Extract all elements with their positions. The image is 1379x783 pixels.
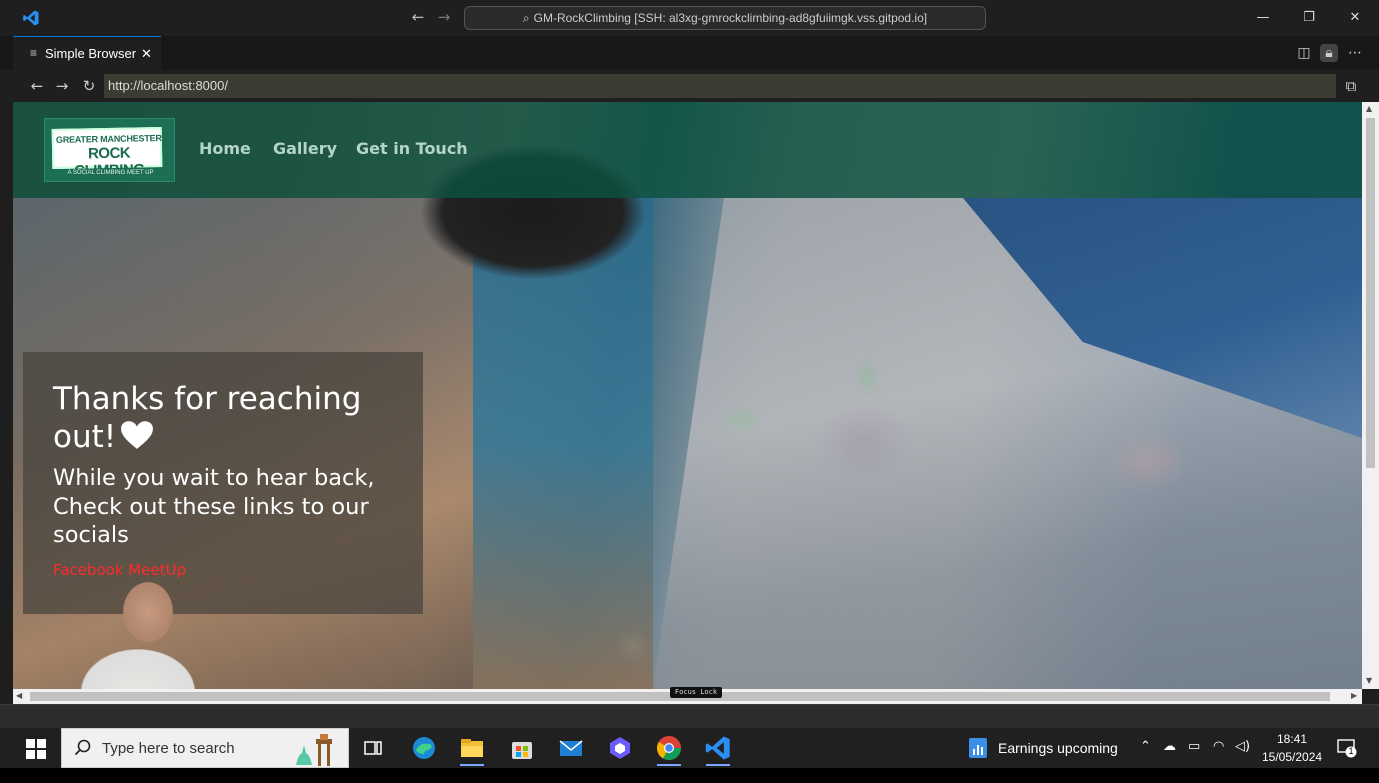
command-center-label: GM-RockClimbing [SSH: al3xg-gmrockclimbi… [533,11,928,25]
nav-get-in-touch[interactable]: Get in Touch [356,139,468,158]
browser-toolbar: ← → ↻ ⧉ [0,70,1379,102]
edge-browser-icon[interactable] [410,734,438,762]
webpage-viewport: GREATER MANCHESTER ROCK CLIMBING A SOCIA… [13,102,1362,689]
scroll-left-icon[interactable]: ◀ [16,691,22,700]
task-view-icon[interactable] [359,734,387,762]
status-bar [0,704,1379,728]
volume-icon[interactable]: ◁) [1235,739,1250,754]
split-editor-icon[interactable]: ◫ [1295,44,1313,62]
back-arrow-icon[interactable]: ← [408,8,428,28]
nav-gallery[interactable]: Gallery [273,139,337,158]
file-explorer-icon[interactable] [458,734,486,766]
restore-button[interactable]: ❐ [1286,6,1332,30]
onedrive-cloud-icon[interactable]: ☁ [1163,739,1176,754]
windows-taskbar: Type here to search Earnings upcoming ⌃ … [0,728,1379,768]
wifi-icon[interactable]: ◠ [1213,739,1224,754]
minimize-button[interactable]: — [1240,6,1286,30]
screen-bottom-edge [0,768,1379,783]
command-center[interactable]: ⌕ GM-RockClimbing [SSH: al3xg-gmrockclimb… [464,6,986,30]
socials-intro-text: While you wait to hear back, Check out t… [53,465,375,548]
search-icon: ⌕ [522,11,530,25]
windows-start-icon[interactable] [25,738,47,760]
thanks-heading: Thanks for reaching out! [53,380,413,456]
forward-arrow-icon[interactable]: → [434,8,454,28]
clock-date[interactable]: 15/05/2024 [1262,750,1322,764]
heart-icon [121,421,154,449]
browser-forward-icon[interactable]: → [52,76,72,96]
person-photo [73,572,203,689]
thanks-heading-text: Thanks for reaching out! [53,381,362,455]
preview-icon: ≡ [30,46,38,60]
logo-card: GREATER MANCHESTER ROCK CLIMBING [51,127,163,180]
battery-icon[interactable]: ▭ [1188,739,1200,754]
notification-center-icon[interactable]: 1 [1337,738,1357,758]
active-app-indicator [460,764,484,766]
title-bar: ← → ⌕ GM-RockClimbing [SSH: al3xg-gmrockc… [0,0,1379,36]
vertical-scrollbar[interactable]: ▲ ▼ [1362,102,1379,689]
close-tab-icon[interactable]: ✕ [141,37,152,70]
chrome-icon[interactable] [655,734,683,766]
active-app-indicator [657,764,681,766]
close-window-button[interactable]: ✕ [1332,6,1378,30]
focus-lock-indicator: Focus Lock [670,687,722,698]
earnings-widget-icon[interactable] [967,736,989,760]
vertical-scroll-thumb[interactable] [1366,118,1375,468]
search-icon [74,739,91,756]
scroll-down-icon[interactable]: ▼ [1366,676,1372,685]
scroll-up-icon[interactable]: ▲ [1366,104,1372,113]
microsoft-store-icon[interactable] [508,734,536,762]
vscode-logo-icon[interactable] [22,9,40,27]
tab-label: Simple Browser [45,46,137,61]
logo-text-line1: GREATER MANCHESTER [55,133,162,145]
search-placeholder: Type here to search [102,740,235,757]
editor-tab-bar: ≡ Simple Browser ✕ ◫ 🔒︎ ⋯ [0,36,1379,70]
logo-tagline: A SOCIAL CLIMBING MEET UP [67,170,154,176]
tab-simple-browser[interactable]: ≡ Simple Browser ✕ [13,36,161,70]
lock-icon[interactable]: 🔒︎ [1320,44,1338,62]
url-input[interactable] [104,74,1336,98]
mail-icon[interactable] [557,734,585,762]
clock-time[interactable]: 18:41 [1277,732,1307,746]
search-highlight-illustration-icon [296,734,332,766]
notification-count: 1 [1348,746,1354,756]
browser-back-icon[interactable]: ← [27,76,47,96]
active-app-indicator [706,764,730,766]
site-header: GREATER MANCHESTER ROCK CLIMBING A SOCIA… [13,102,1362,198]
more-actions-icon[interactable]: ⋯ [1346,44,1364,62]
earnings-widget-label[interactable]: Earnings upcoming [998,740,1118,756]
scroll-right-icon[interactable]: ▶ [1351,691,1357,700]
copilot-icon[interactable] [606,734,634,762]
taskbar-search-box[interactable]: Type here to search [61,728,349,768]
site-logo[interactable]: GREATER MANCHESTER ROCK CLIMBING A SOCIA… [44,118,175,182]
chevron-up-icon[interactable]: ⌃ [1140,739,1151,754]
vscode-taskbar-icon[interactable] [704,734,732,766]
open-external-icon[interactable]: ⧉ [1341,76,1361,96]
nav-home[interactable]: Home [199,139,251,158]
reload-icon[interactable]: ↻ [79,76,99,96]
